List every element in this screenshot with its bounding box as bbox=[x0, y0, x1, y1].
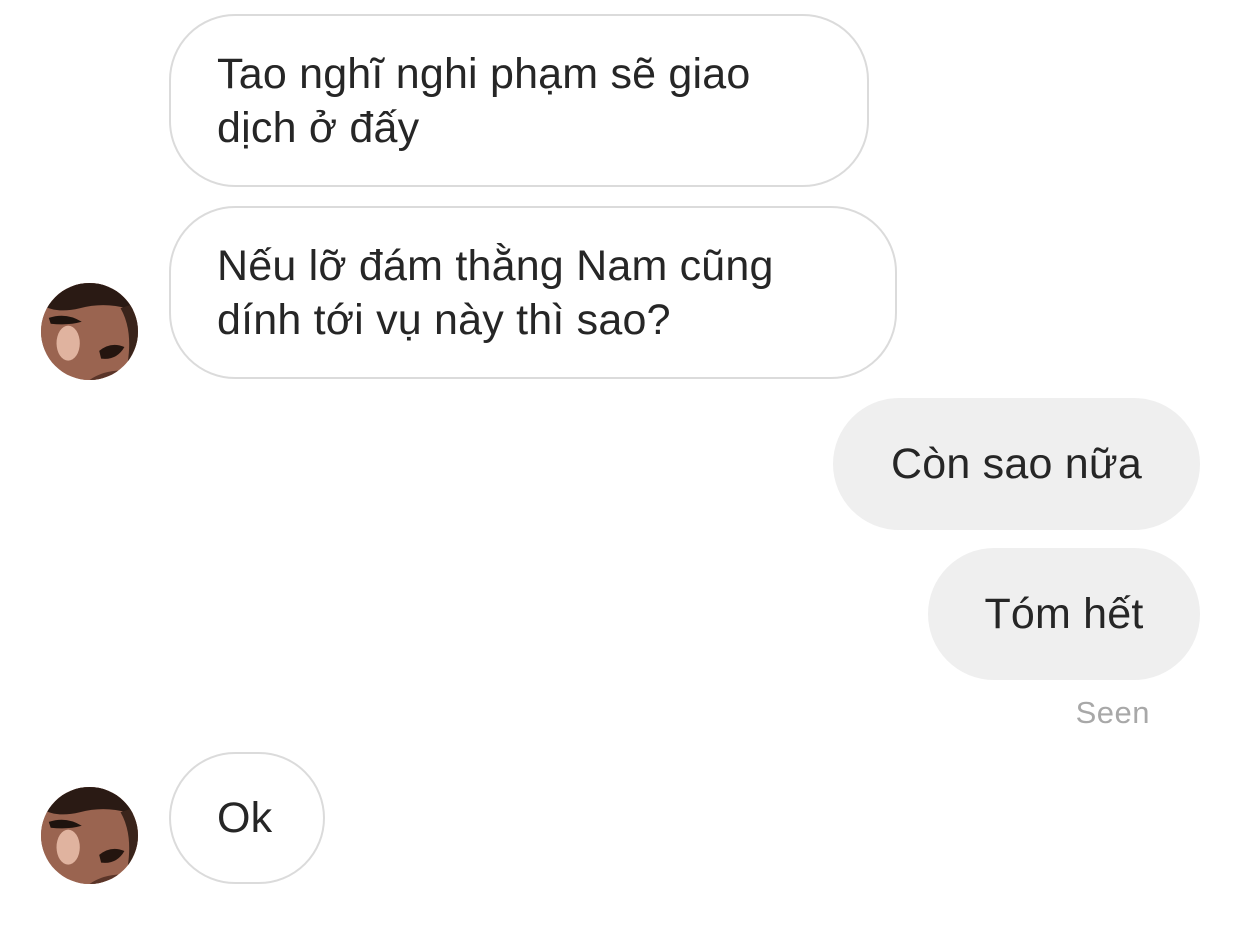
message-text: Nếu lỡ đám thằng Nam cũng dính tới vụ nà… bbox=[217, 241, 774, 344]
contact-avatar[interactable] bbox=[41, 283, 138, 380]
message-text: Ok bbox=[217, 794, 273, 842]
message-bubble-incoming[interactable]: Tao nghĩ nghi phạm sẽ giao dịch ở đấy bbox=[169, 14, 869, 187]
contact-avatar[interactable] bbox=[41, 787, 138, 884]
message-text: Còn sao nữa bbox=[891, 440, 1142, 488]
avatar-photo-icon bbox=[41, 283, 138, 380]
message-bubble-outgoing[interactable]: Còn sao nữa bbox=[833, 398, 1200, 530]
seen-indicator: Seen bbox=[1075, 695, 1150, 730]
message-bubble-incoming[interactable]: Ok bbox=[169, 752, 325, 884]
message-bubble-incoming[interactable]: Nếu lỡ đám thằng Nam cũng dính tới vụ nà… bbox=[169, 206, 897, 379]
avatar-photo-icon bbox=[41, 787, 138, 884]
message-text: Tóm hết bbox=[984, 590, 1144, 638]
message-bubble-outgoing[interactable]: Tóm hết bbox=[928, 548, 1200, 680]
message-text: Tao nghĩ nghi phạm sẽ giao dịch ở đấy bbox=[217, 49, 751, 152]
